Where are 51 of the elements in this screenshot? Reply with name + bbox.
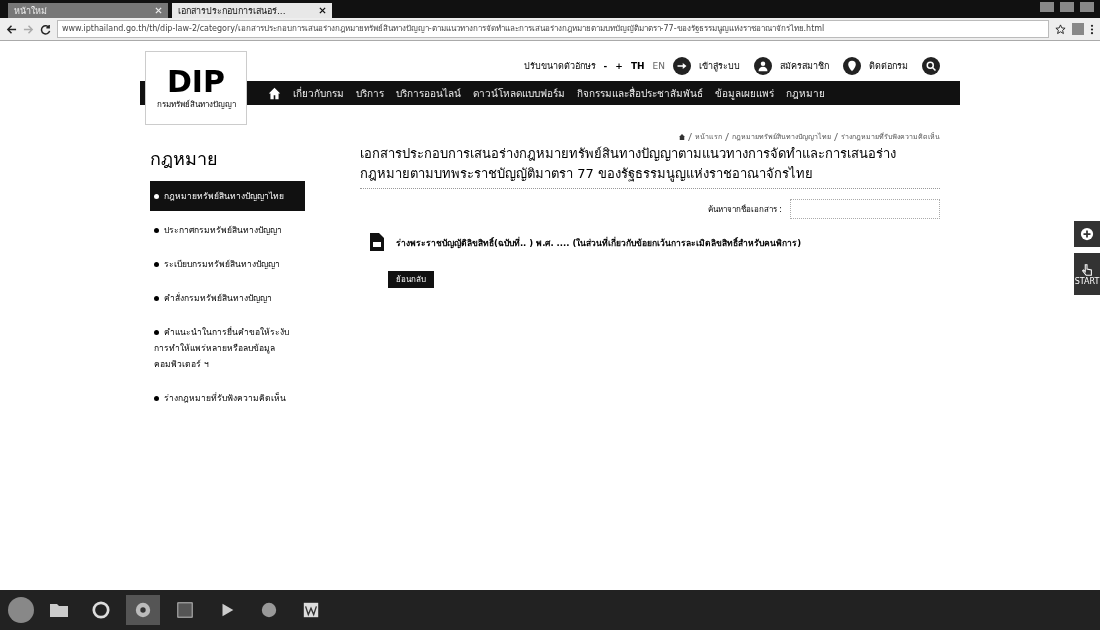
plus-button[interactable]	[1074, 221, 1100, 247]
sidebar-item[interactable]: ระเบียบกรมทรัพย์สินทางปัญญา	[150, 249, 305, 279]
language-link[interactable]: TH	[630, 61, 645, 71]
browser-tab[interactable]: เอกสารประกอบการเสนอร่...	[172, 3, 332, 18]
home-icon[interactable]	[679, 133, 685, 140]
separator-icon	[725, 132, 729, 141]
page-title: เอกสารประกอบการเสนอร่างกฎหมายทรัพย์สินทางปัญญาตามแนวทางการจัดทำและการเสนอร่างกฎหมายตามบทพระราชบัญญัติมาตรา 77 ของรัฐธรรมนูญแห่งราชอาณาจักรไทย	[360, 144, 940, 189]
browser-tab[interactable]: หน้าใหม่	[8, 3, 168, 18]
login-icon[interactable]	[673, 57, 691, 75]
logo[interactable]: DIP กรมทรัพย์สินทางปัญญา	[145, 51, 247, 125]
search-icon[interactable]	[922, 57, 940, 75]
header-link[interactable]: เข้าสู่ระบบ	[699, 59, 740, 73]
header-link[interactable]: ติดต่อกรม	[869, 59, 908, 73]
document-link[interactable]: ร่างพระราชบัญญัติลิขสิทธิ์(ฉบับที่.. ) พ.ศ. .... (ในส่วนที่เกี่ยวกับข้อยกเว้นการละเมิดลิขสิทธิ์สำหรับคนพิการ)	[396, 236, 802, 250]
language-link[interactable]: EN	[652, 61, 665, 71]
sidebar-title: กฎหมาย	[150, 147, 219, 171]
start-orb-icon[interactable]	[8, 597, 34, 623]
nav-link[interactable]: กฎหมาย	[786, 85, 825, 101]
nav-link[interactable]: ดาวน์โหลดแบบฟอร์ม	[473, 85, 565, 101]
nav-link[interactable]: บริการออนไลน์	[396, 85, 461, 101]
sidebar-item[interactable]: ร่างกฎหมายที่รับฟังความคิดเห็น	[150, 383, 305, 413]
font-size-button[interactable]: +	[615, 61, 623, 71]
menu-icon[interactable]	[1090, 23, 1094, 35]
search-field[interactable]	[790, 199, 940, 219]
nav-link[interactable]: กิจกรรมและสื่อประชาสัมพันธ์	[577, 85, 703, 101]
close-icon[interactable]	[319, 7, 326, 14]
nav-link[interactable]: ข้อมูลเผยแพร่	[715, 85, 774, 101]
back-icon[interactable]	[6, 23, 17, 35]
document-icon	[370, 233, 384, 253]
nav-link[interactable]: บริการ	[356, 85, 384, 101]
plus-icon	[1080, 227, 1094, 241]
font-size-button[interactable]: -	[603, 61, 608, 71]
sidebar-item[interactable]: กฎหมายทรัพย์สินทางปัญญาไทย	[150, 181, 305, 211]
star-icon[interactable]	[1055, 23, 1066, 35]
sidebar-item[interactable]: คำแนะนำในการยื่นคำขอให้ระงับการทำให้แพร่หลายหรือลบข้อมูลคอมพิวเตอร์ ฯ	[150, 317, 305, 379]
start-button[interactable]: START	[1074, 253, 1100, 295]
search-label: ค้นหาจากชื่อเอกสาร :	[707, 203, 782, 216]
sidebar-item[interactable]: ประกาศกรมทรัพย์สินทางปัญญา	[150, 215, 305, 245]
separator-icon	[834, 132, 838, 141]
font-size-label: ปรับขนาดตัวอักษร	[523, 60, 596, 73]
reload-icon[interactable]	[40, 23, 51, 35]
separator-icon	[688, 132, 692, 141]
address-bar[interactable]: www.ipthailand.go.th/th/dip-law-2/category/เอกสารประกอบการเสนอร่างกฎหมายทรัพย์สินทางปัญญา-ตามแนวทางการจัดทำและการเสนอร่างกฎหมายตามบทบัญญัติมาตรา-77-ของรัฐธรรมนูญแห่งราชอาณาจักรไทย.html	[57, 20, 1049, 38]
sidebar-item[interactable]: คำสั่งกรมทรัพย์สินทางปัญญา	[150, 283, 305, 313]
user-icon[interactable]	[754, 57, 772, 75]
back-button[interactable]: ย้อนกลับ	[388, 271, 434, 288]
nav-link[interactable]: เกี่ยวกับกรม	[293, 85, 344, 101]
location-icon[interactable]	[843, 57, 861, 75]
home-icon[interactable]	[268, 86, 281, 100]
hand-icon	[1080, 262, 1094, 277]
header-link[interactable]: สมัครสมาชิก	[780, 59, 829, 73]
